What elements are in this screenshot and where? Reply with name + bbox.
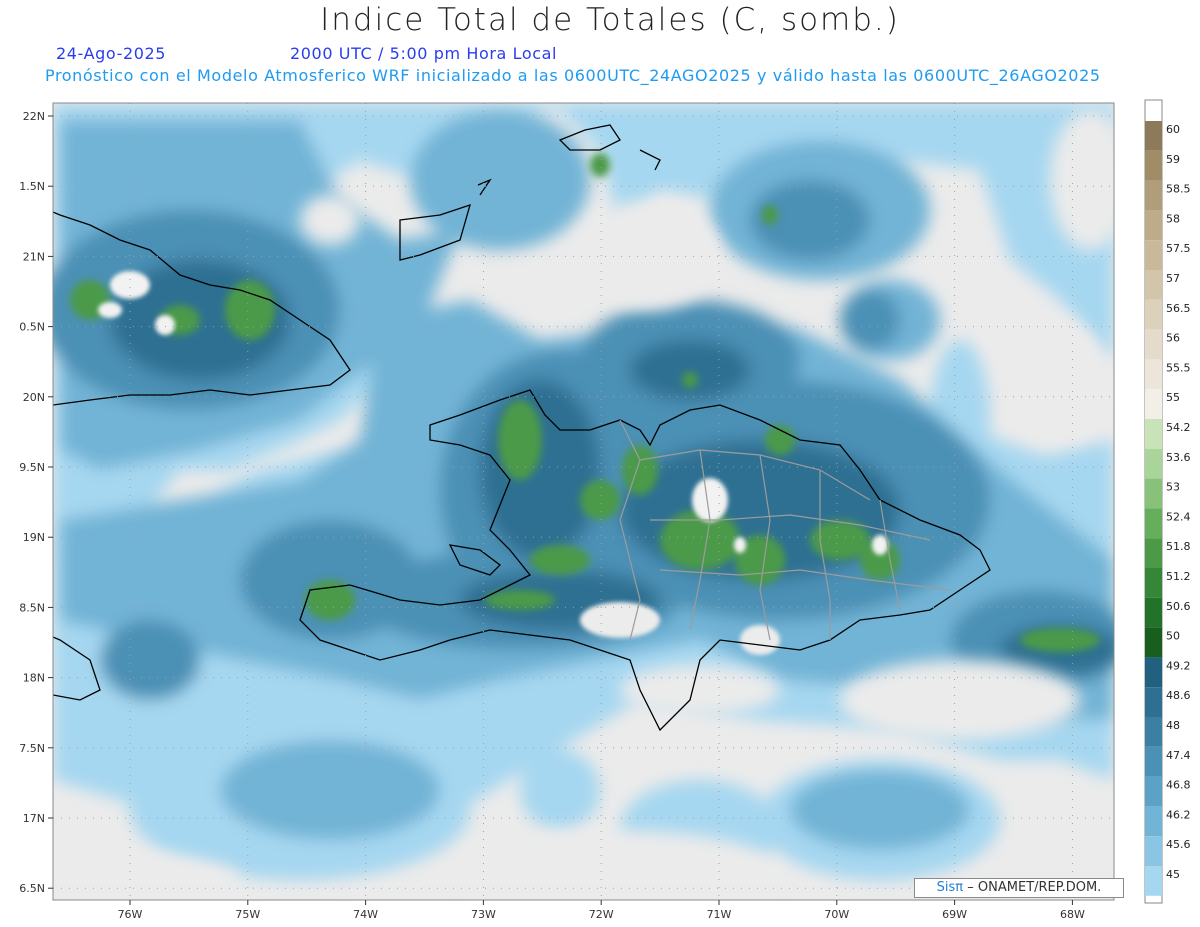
longitude-axis: 76W 75W 74W 73W 72W 71W 70W 69W 68W <box>118 900 1085 921</box>
colorbar-swatch <box>1145 478 1162 509</box>
colorbar-label: 55.5 <box>1166 361 1191 374</box>
colorbar-swatch <box>1145 508 1162 539</box>
colorbar-swatch <box>1145 627 1162 658</box>
colorbar-swatch <box>1145 538 1162 568</box>
lon-label: 72W <box>589 908 614 921</box>
colorbar-swatch <box>1145 419 1162 449</box>
colorbar-swatch <box>1145 657 1162 688</box>
colorbar-swatch <box>1145 746 1162 777</box>
lat-label: 20N <box>23 391 45 404</box>
colorbar-label: 51.8 <box>1166 540 1191 553</box>
colorbar-label: 55 <box>1166 391 1180 404</box>
colorbar-label: 57 <box>1166 272 1180 285</box>
colorbar-swatch <box>1145 121 1162 151</box>
colorbar-label: 48.6 <box>1166 689 1191 702</box>
colorbar-swatch <box>1145 568 1162 598</box>
lat-label: 18N <box>23 672 45 685</box>
colorbar-swatch <box>1145 240 1162 270</box>
colorbar-label: 45 <box>1166 868 1180 881</box>
colorbar-swatch <box>1145 329 1162 360</box>
lon-label: 71W <box>707 908 732 921</box>
colorbar-swatch <box>1145 389 1162 419</box>
colorbar-swatch <box>1145 866 1162 896</box>
lat-label: 8.5N <box>19 601 45 614</box>
colorbar-swatch <box>1145 776 1162 807</box>
colorbar: 60 59 58.5 58 57.5 57 56.5 56 55.5 55 54.2 53.6 53 52… <box>1145 121 1191 896</box>
colorbar-swatch <box>1145 448 1162 479</box>
colorbar-swatch <box>1145 687 1162 717</box>
colorbar-label: 46.2 <box>1166 808 1191 821</box>
colorbar-label: 53 <box>1166 481 1180 494</box>
colorbar-label: 46.8 <box>1166 779 1191 792</box>
lon-label: 74W <box>353 908 378 921</box>
credit-box: Sisπ – ONAMET/REP.DOM. <box>914 878 1124 898</box>
colorbar-label: 58.5 <box>1166 183 1191 196</box>
colorbar-swatch <box>1145 299 1162 330</box>
weather-map: 22N 1.5N 21N 0.5N 20N 9.5N 19N 8.5N 18N 7.5N 17N 6.… <box>19 99 1191 921</box>
lat-label: 9.5N <box>19 461 45 474</box>
colorbar-label: 53.6 <box>1166 451 1191 464</box>
colorbar-label: 57.5 <box>1166 242 1191 255</box>
colorbar-label: 49.2 <box>1166 659 1191 672</box>
colorbar-swatch <box>1145 717 1162 747</box>
lat-label: 19N <box>23 531 45 544</box>
lon-label: 73W <box>471 908 496 921</box>
sispi-logo: Sisπ <box>936 880 964 895</box>
lon-label: 68W <box>1060 908 1085 921</box>
lat-label: 17N <box>23 812 45 825</box>
lon-label: 75W <box>235 908 260 921</box>
colorbar-label: 47.4 <box>1166 749 1191 762</box>
colorbar-label: 59 <box>1166 153 1180 166</box>
lat-label: 1.5N <box>19 180 45 193</box>
colorbar-label: 45.6 <box>1166 838 1191 851</box>
lat-label: 21N <box>23 250 45 263</box>
lat-label: 0.5N <box>19 321 45 334</box>
colorbar-label: 51.2 <box>1166 570 1191 583</box>
lat-label: 22N <box>23 110 45 123</box>
colorbar-label: 50 <box>1166 630 1180 643</box>
lon-label: 69W <box>942 908 967 921</box>
colorbar-swatch <box>1145 597 1162 628</box>
lon-label: 76W <box>118 908 143 921</box>
colorbar-label: 58 <box>1166 212 1180 225</box>
colorbar-label: 50.6 <box>1166 600 1191 613</box>
lon-label: 70W <box>824 908 849 921</box>
colorbar-swatch <box>1145 210 1162 241</box>
colorbar-label: 60 <box>1166 123 1180 136</box>
latitude-axis: 22N 1.5N 21N 0.5N 20N 9.5N 19N 8.5N 18N 7.5N 17N 6.… <box>19 110 53 895</box>
lat-label: 6.5N <box>19 882 45 895</box>
colorbar-label: 54.2 <box>1166 421 1191 434</box>
colorbar-label: 56.5 <box>1166 302 1191 315</box>
colorbar-swatch <box>1145 836 1162 866</box>
credit-text: – ONAMET/REP.DOM. <box>967 880 1102 895</box>
colorbar-swatch <box>1145 359 1162 390</box>
colorbar-swatch <box>1145 806 1162 837</box>
lat-label: 7.5N <box>19 742 45 755</box>
colorbar-swatch <box>1145 270 1162 300</box>
colorbar-swatch <box>1145 150 1162 181</box>
colorbar-label: 56 <box>1166 332 1180 345</box>
colorbar-swatch <box>1145 180 1162 211</box>
colorbar-label: 52.4 <box>1166 510 1191 523</box>
colorbar-label: 48 <box>1166 719 1180 732</box>
